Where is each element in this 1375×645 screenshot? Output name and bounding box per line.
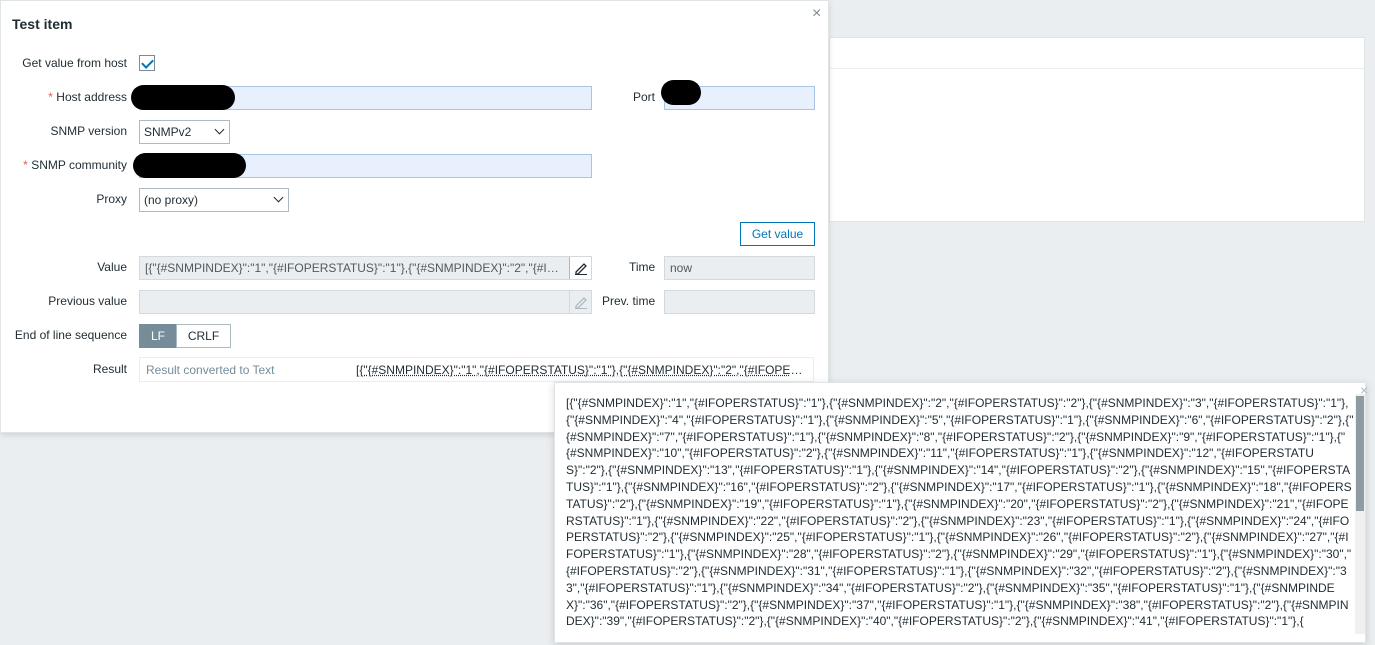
prev-time-label: Prev. time — [602, 294, 656, 308]
edit-value-button[interactable] — [569, 257, 591, 279]
get-value-label: Get value from host — [22, 56, 127, 70]
popup-scrollbar[interactable] — [1355, 394, 1365, 634]
proxy-value: (no proxy) — [144, 193, 199, 207]
redacted-host-address — [131, 85, 235, 110]
chevron-down-icon — [214, 124, 225, 135]
previous-value-label: Previous value — [48, 294, 127, 308]
eol-label: End of line sequence — [14, 328, 127, 342]
value-label: Value — [97, 260, 127, 274]
result-value[interactable]: [{"{#SNMPINDEX}":"1","{#IFOPERSTATUS}":"… — [356, 363, 804, 377]
redacted-port — [661, 80, 701, 105]
host-address-label: * Host address — [48, 90, 127, 104]
time-field: now — [664, 256, 815, 280]
pencil-icon — [575, 263, 587, 275]
edit-previous-value-button — [569, 291, 591, 313]
close-icon[interactable]: × — [812, 6, 821, 22]
previous-value-field — [139, 290, 592, 314]
result-hint-popup: × [{"{#SNMPINDEX}":"1","{#IFOPERSTATUS}"… — [554, 382, 1368, 643]
background-divider — [830, 68, 1364, 69]
result-label: Result — [92, 362, 127, 376]
required-mark: * — [23, 158, 28, 172]
result-hint: Result converted to Text — [146, 363, 275, 377]
snmp-version-select[interactable]: SNMPv2 — [139, 120, 230, 144]
prev-time-field — [664, 290, 815, 314]
snmp-version-label: SNMP version — [50, 124, 127, 138]
redacted-snmp-community — [133, 153, 246, 178]
scroll-thumb[interactable] — [1356, 396, 1364, 511]
background-panel — [829, 37, 1365, 222]
snmp-version-value: SNMPv2 — [144, 125, 192, 139]
required-mark: * — [48, 90, 53, 104]
result-full-text: [{"{#SNMPINDEX}":"1","{#IFOPERSTATUS}":"… — [566, 396, 1354, 629]
value-text: [{"{#SNMPINDEX}":"1","{#IFOPERSTATUS}":"… — [145, 261, 561, 275]
eol-lf-option[interactable]: LF — [139, 324, 177, 348]
proxy-select[interactable]: (no proxy) — [139, 188, 289, 212]
test-item-dialog: Test item × Get value from host * Host a… — [0, 0, 829, 433]
result-box: Result converted to Text [{"{#SNMPINDEX}… — [139, 357, 814, 382]
proxy-label: Proxy — [96, 192, 127, 206]
eol-crlf-option[interactable]: CRLF — [176, 324, 231, 348]
get-value-button[interactable]: Get value — [740, 222, 815, 246]
port-label: Port — [633, 90, 656, 104]
chevron-down-icon — [273, 192, 284, 203]
get-value-checkbox[interactable] — [139, 55, 155, 71]
time-label: Time — [629, 260, 656, 274]
dialog-title: Test item — [12, 16, 73, 32]
value-field[interactable]: [{"{#SNMPINDEX}":"1","{#IFOPERSTATUS}":"… — [139, 256, 592, 280]
pencil-icon — [575, 297, 587, 309]
snmp-community-label: * SNMP community — [23, 158, 127, 172]
